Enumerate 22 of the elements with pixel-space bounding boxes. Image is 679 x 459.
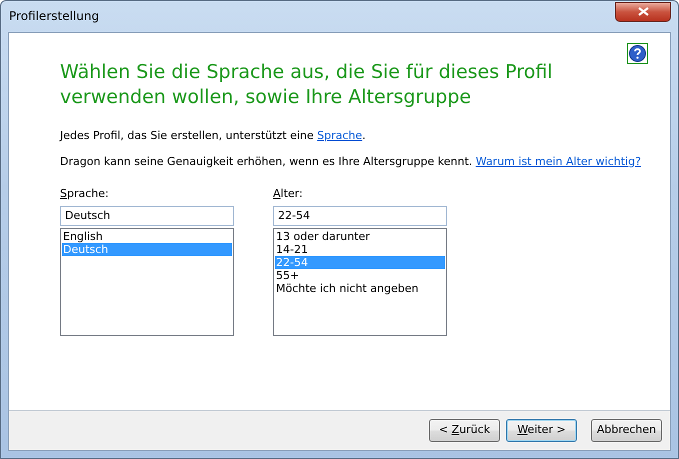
close-button[interactable] bbox=[615, 2, 671, 22]
info-text: Jedes Profil, das Sie erstellen, unterstützt eine Sprache. bbox=[60, 128, 367, 144]
help-icon bbox=[629, 45, 646, 62]
cancel-button[interactable]: Abbrechen bbox=[591, 419, 662, 442]
list-item[interactable]: 55+ bbox=[275, 268, 445, 282]
info-text: Dragon kann seine Genauigkeit erhöhen, wenn es Ihre Altersgruppe kennt. Warum ist mein Alter wichtig? bbox=[60, 154, 642, 170]
window-title: Profilerstellung bbox=[8, 8, 100, 24]
text-field[interactable]: 22-54 bbox=[273, 206, 447, 226]
help-button[interactable] bbox=[627, 43, 648, 64]
list-item[interactable]: 13 oder darunter bbox=[275, 230, 445, 242]
back-button[interactable]: < Zurück bbox=[429, 419, 500, 442]
list-item[interactable]: 14-21 bbox=[275, 242, 445, 256]
field-label: Sprache: bbox=[60, 186, 110, 202]
list-item[interactable]: Möchte ich nicht angeben bbox=[275, 282, 445, 294]
close-icon bbox=[638, 7, 648, 16]
page-heading: Wählen Sie die Sprache aus, die Sie für dieses Profil verwenden wollen, sowie Ihre Altersgruppe bbox=[60, 60, 554, 110]
help-link[interactable]: Sprache bbox=[317, 129, 362, 142]
list-item[interactable]: English bbox=[62, 230, 232, 242]
help-link[interactable]: Warum ist mein Alter wichtig? bbox=[476, 154, 641, 168]
field-label: Alter: bbox=[273, 186, 304, 202]
next-button[interactable]: Weiter > bbox=[506, 419, 577, 442]
text-field[interactable]: Deutsch bbox=[60, 206, 234, 226]
